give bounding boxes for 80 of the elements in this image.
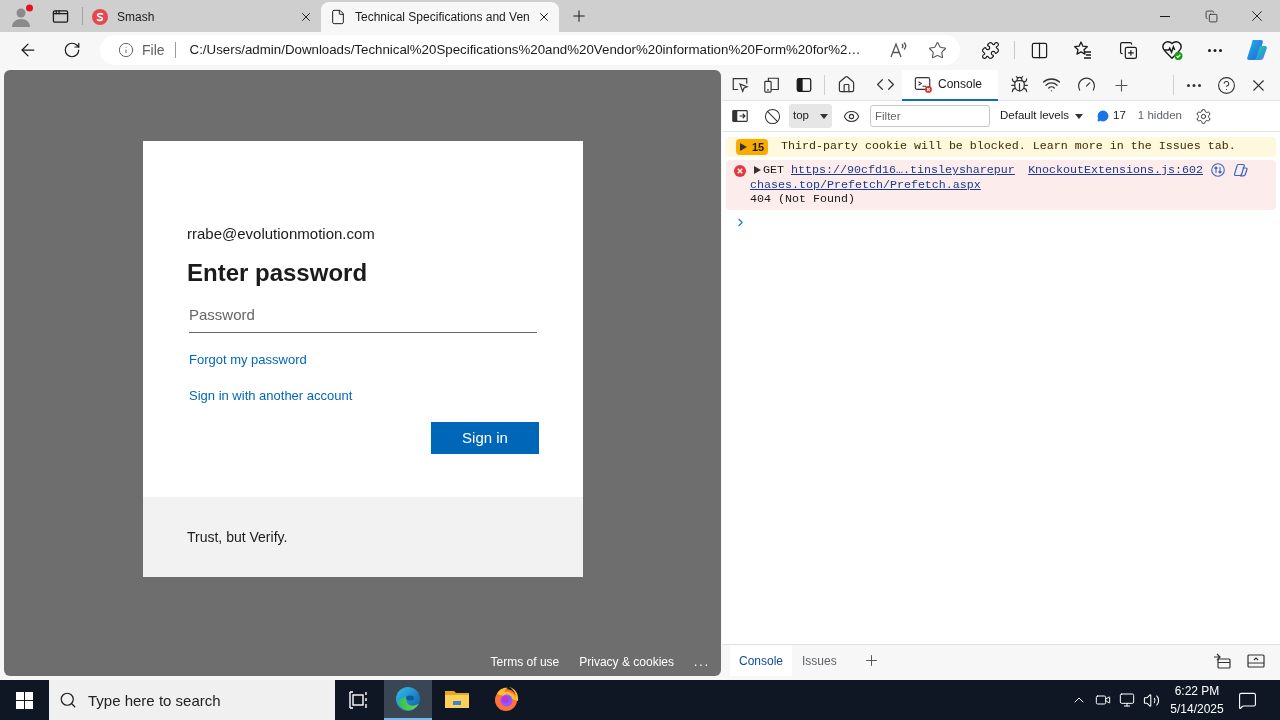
favorites-icon [1073,40,1093,60]
collections-icon [1118,40,1138,60]
move-drawer-icon[interactable] [1213,652,1231,669]
read-aloud-icon [889,40,909,60]
task-view-icon [349,691,369,709]
sign-in-button[interactable]: Sign in [431,422,539,454]
notifications-icon [1237,690,1257,710]
start-logo-icon [15,691,33,709]
hidden-count: 1 hidden [1137,108,1182,124]
footer-tagline: Trust, but Verify. [187,527,288,547]
more-icon [1187,83,1201,87]
message-bubble-icon [1097,110,1110,122]
heart-pulse-icon [1161,39,1183,61]
error-message-text: GET https://90cfd16….tinsleysharepurchases.top/Prefetch/Prefetch.aspx 404 (Not Found) [750,163,1016,207]
inspect-element-icon [731,76,749,94]
assistant-logo-icon [1245,38,1269,62]
search-icon [59,691,77,709]
other-account-link[interactable]: Sign in with another account [189,387,353,405]
clear-icon [763,107,781,125]
more-options-button[interactable]: ... [694,656,710,668]
puzzle-icon [980,40,1000,60]
minimize-icon [1160,15,1170,17]
file-scheme-label: File [142,40,165,60]
drawer-tab[interactable]: Issues [793,645,846,676]
page-heading: Enter password [187,258,368,288]
browser-tab[interactable]: Technical Specifications and Ven [321,2,559,32]
plus-icon [570,7,588,25]
help-icon [1216,75,1236,95]
close-icon [299,10,313,24]
tab-actions-icon [51,7,69,25]
restore-icon [1204,9,1218,23]
source-file-link[interactable]: KnockoutExtensions.js:602 [1028,163,1203,178]
forgot-password-link[interactable]: Forgot my password [189,351,307,369]
site-favicon-icon [92,9,108,25]
error-icon [734,165,746,177]
explain-icon[interactable] [1233,163,1248,177]
drawer-tab[interactable]: Console [730,645,793,676]
expand-triangle-icon[interactable] [754,166,761,175]
clock-time[interactable]: 6:22 PM [1174,682,1220,700]
home-icon [836,74,856,94]
page-icon [330,9,346,25]
filter-field[interactable]: Filter [870,105,990,127]
video-camera-icon [1095,692,1111,708]
folder-icon [444,688,470,710]
repeat-count: 15 [752,141,765,153]
split-screen-icon [1029,40,1049,60]
address-bar[interactable]: File C:/Users/admin/Downloads/Technical%20Specifications%20and%20Vendor%20information%20Form%20for%2… [100,35,960,65]
fox-logo-icon [493,686,519,712]
up-down-arrows-icon[interactable] [1211,163,1225,177]
favorite-star-icon[interactable] [928,40,947,60]
sidebar-toggle-icon [731,107,749,125]
bug-icon [1009,74,1029,94]
console-icon [914,75,932,93]
more-icon [1208,48,1222,52]
log-levels-dropdown[interactable]: Default levels [1000,104,1084,128]
taskbar-search-field[interactable]: Type here to search [49,680,335,720]
profile-avatar-icon [10,4,34,28]
warning-message-text: Third-party cookie will be blocked. Learn more in the Issues tab. [781,138,1236,156]
clock-date[interactable]: 5/14/2025 [1170,700,1224,718]
address-url: C:/Users/admin/Downloads/Technical%20Specifications%20and%20Vendor%20information%20Form%20for%2… [189,41,861,60]
account-email: rrabe@evolutionmotion.com [187,224,375,244]
settings-icon [1195,107,1213,125]
network-icon [1119,692,1135,708]
caret-down-icon [820,113,828,119]
console-tab[interactable]: Console [902,69,998,101]
privacy-link[interactable]: Privacy & cookies [579,653,674,671]
password-field[interactable]: Password [189,297,537,333]
dock-side-icon [795,76,813,94]
close-icon [537,10,551,24]
browser-app-icon [395,686,421,712]
context-selector[interactable]: top [789,104,832,128]
panel-toggle-icon[interactable] [1247,652,1265,669]
refresh-icon [63,41,81,59]
message-count-button[interactable]: 17 [1097,104,1126,128]
volume-icon [1142,691,1160,709]
expand-triangle-icon[interactable] [740,143,747,151]
caret-down-icon [1075,113,1084,119]
device-toolbar-icon [763,76,781,94]
terms-link[interactable]: Terms of use [490,653,560,671]
info-icon [118,42,134,58]
